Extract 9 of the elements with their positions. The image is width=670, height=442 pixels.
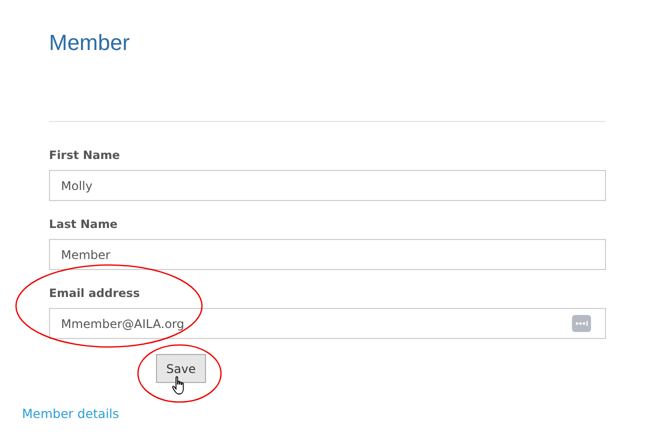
input-field[interactable]: Mmember@AILA.org (49, 308, 606, 339)
field-label: Last Name (49, 217, 119, 231)
save-button[interactable]: Save (156, 354, 206, 383)
field-label: First Name (49, 148, 121, 162)
more-icon[interactable] (572, 315, 591, 332)
input-field[interactable]: Member (49, 239, 606, 270)
input-field[interactable]: Molly (49, 170, 606, 201)
field-label: Email address (49, 286, 141, 300)
page-title: Member (49, 30, 131, 57)
